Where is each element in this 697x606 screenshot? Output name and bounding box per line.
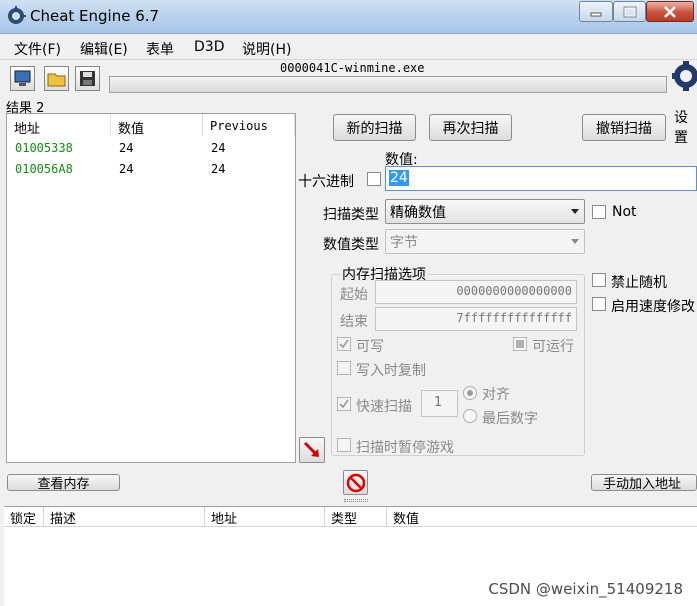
result-previous: 24	[211, 162, 226, 176]
column-address[interactable]: 地址	[205, 507, 325, 527]
column-address[interactable]: 地址	[7, 114, 111, 137]
save-button[interactable]	[75, 66, 100, 91]
align-label: 对齐	[482, 387, 510, 403]
not-label: Not	[612, 204, 637, 220]
not-checkbox[interactable]	[592, 205, 606, 219]
chevron-down-icon	[571, 239, 579, 244]
folder-icon	[47, 73, 66, 87]
enable-speedhack-checkbox[interactable]	[592, 297, 606, 311]
start-address-value: 0000000000000000	[456, 284, 572, 298]
computer-icon	[14, 70, 31, 86]
menu-table[interactable]: 表单	[146, 39, 174, 59]
enable-speedhack-label: 启用速度修改	[611, 299, 695, 315]
maximize-button[interactable]	[613, 1, 646, 22]
value-text: 24	[389, 170, 409, 186]
fast-scan-value: 1	[434, 395, 443, 410]
column-value[interactable]: 数值	[387, 507, 697, 527]
settings-label[interactable]: 设置	[674, 107, 697, 147]
scan-type-value: 精确数值	[390, 205, 446, 221]
scan-type-select[interactable]: 精确数值	[385, 199, 585, 224]
column-lock[interactable]: 锁定	[4, 507, 44, 527]
last-digits-label: 最后数字	[482, 411, 538, 427]
new-scan-button[interactable]: 新的扫描	[333, 114, 416, 141]
result-address: 010056A8	[15, 162, 73, 176]
cheat-engine-icon	[8, 6, 26, 24]
align-radio[interactable]	[463, 386, 477, 400]
clear-list-button[interactable]	[343, 470, 368, 495]
fast-scan-input[interactable]: 1	[421, 390, 458, 417]
pause-game-checkbox[interactable]	[337, 438, 351, 452]
close-button[interactable]	[646, 1, 694, 22]
value-type-select[interactable]: 字节	[385, 229, 585, 254]
close-icon	[664, 5, 676, 18]
executable-label: 可运行	[532, 339, 574, 355]
results-list[interactable]: 地址 数值 Previous 01005338 24 24 010056A8 2…	[6, 113, 296, 463]
column-type[interactable]: 类型	[325, 507, 387, 527]
result-row[interactable]: 01005338 24 24	[7, 138, 295, 159]
hex-label: 十六进制	[298, 174, 354, 190]
disable-random-label: 禁止随机	[611, 275, 667, 291]
minimize-icon	[590, 12, 602, 16]
value-type-label: 数值类型	[323, 237, 379, 253]
executable-checkbox[interactable]	[513, 337, 527, 351]
maximize-icon	[623, 6, 636, 17]
menu-edit[interactable]: 编辑(E)	[80, 39, 128, 59]
no-entry-icon	[346, 473, 365, 492]
window-title: Cheat Engine 6.7	[30, 7, 160, 25]
chevron-down-icon	[571, 209, 579, 214]
scan-progress-bar	[109, 76, 667, 93]
result-value: 24	[119, 162, 134, 176]
value-type-value: 字节	[390, 235, 418, 251]
process-name: 0000041C-winmine.exe	[280, 61, 425, 75]
copy-on-write-label: 写入时复制	[356, 363, 426, 379]
writable-label: 可写	[356, 339, 384, 355]
end-address-value: 7fffffffffffffff	[456, 311, 572, 325]
add-to-list-button[interactable]	[299, 437, 325, 463]
menu-file[interactable]: 文件(F)	[14, 39, 61, 59]
watermark: CSDN @weixin_51409218	[488, 580, 683, 598]
view-memory-button[interactable]: 查看内存	[7, 474, 120, 492]
radio-dot	[467, 390, 473, 396]
column-value[interactable]: 数值	[111, 114, 203, 137]
floppy-disk-icon	[80, 71, 95, 86]
minimize-button[interactable]	[579, 1, 613, 22]
menu-help[interactable]: 说明(H)	[242, 39, 291, 59]
copy-on-write-checkbox[interactable]	[337, 361, 351, 375]
indeterminate-mark	[516, 340, 524, 348]
open-process-button[interactable]	[10, 66, 35, 91]
splitter-handle[interactable]	[344, 499, 368, 502]
column-description[interactable]: 描述	[44, 507, 205, 527]
checkmark-icon	[339, 399, 349, 409]
menu-d3d[interactable]: D3D	[194, 39, 224, 55]
scan-type-label: 扫描类型	[323, 207, 379, 223]
start-label: 起始	[340, 287, 368, 303]
fast-scan-label: 快速扫描	[356, 399, 412, 415]
add-address-manually-button[interactable]: 手动加入地址	[591, 474, 697, 491]
header-divider	[4, 526, 697, 527]
result-address: 01005338	[15, 141, 73, 155]
next-scan-button[interactable]: 再次扫描	[429, 114, 512, 141]
last-digits-radio[interactable]	[463, 409, 477, 423]
value-input[interactable]: 24	[385, 166, 697, 191]
undo-scan-button[interactable]: 撤销扫描	[582, 114, 666, 141]
disable-random-checkbox[interactable]	[592, 273, 606, 287]
column-previous[interactable]: Previous	[203, 114, 295, 136]
open-file-button[interactable]	[44, 66, 69, 91]
result-row[interactable]: 010056A8 24 24	[7, 159, 295, 180]
checkmark-icon	[339, 339, 349, 349]
hex-checkbox[interactable]	[367, 172, 381, 186]
end-label: 结束	[340, 314, 368, 330]
result-previous: 24	[211, 141, 226, 155]
end-address-input[interactable]: 7fffffffffffffff	[375, 307, 577, 331]
result-value: 24	[119, 141, 134, 155]
settings-gear-icon[interactable]	[670, 58, 697, 104]
red-arrow-icon	[303, 441, 319, 457]
start-address-input[interactable]: 0000000000000000	[375, 280, 577, 304]
fast-scan-checkbox[interactable]	[337, 397, 351, 411]
writable-checkbox[interactable]	[337, 337, 351, 351]
pause-game-label: 扫描时暂停游戏	[356, 440, 454, 456]
